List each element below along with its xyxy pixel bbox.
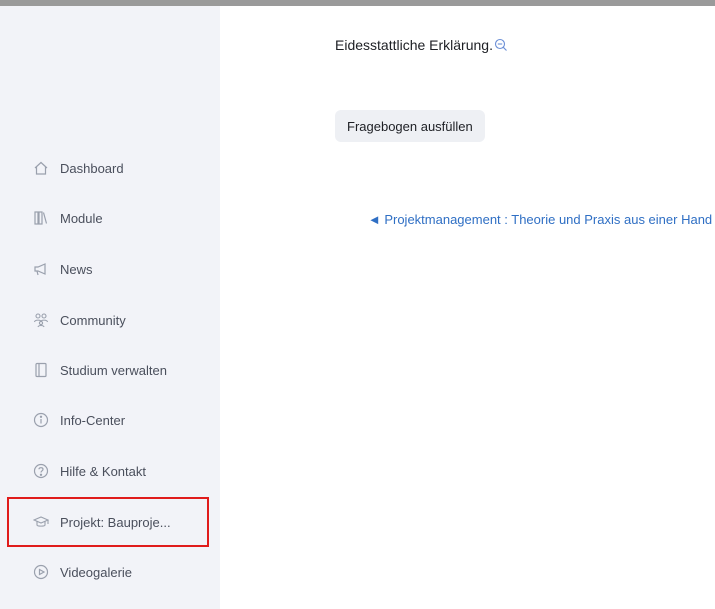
- library-icon: [32, 209, 50, 227]
- sidebar-item-community[interactable]: Community: [32, 310, 126, 330]
- sidebar-item-info-center[interactable]: Info-Center: [32, 410, 125, 430]
- sidebar-item-label: Hilfe & Kontakt: [60, 463, 146, 479]
- fragebogen-ausfuellen-button[interactable]: Fragebogen ausfüllen: [335, 110, 485, 142]
- sidebar-item-label: Module: [60, 210, 103, 226]
- info-icon: [32, 411, 50, 429]
- home-icon: [32, 159, 50, 177]
- highlight-box: [7, 497, 209, 547]
- book-icon: [32, 361, 50, 379]
- help-icon: [32, 462, 50, 480]
- page-title: Eidesstattliche Erklärung.: [335, 37, 508, 53]
- people-icon: [32, 311, 50, 329]
- sidebar-item-module[interactable]: Module: [32, 208, 103, 228]
- sidebar-item-label: Community: [60, 312, 126, 328]
- sidebar-item-news[interactable]: News: [32, 259, 93, 279]
- sidebar-item-hilfe-kontakt[interactable]: Hilfe & Kontakt: [32, 461, 146, 481]
- sidebar-item-label: Dashboard: [60, 160, 124, 176]
- play-icon: [32, 563, 50, 581]
- sidebar-item-label: News: [60, 261, 93, 277]
- sidebar-item-dashboard[interactable]: Dashboard: [32, 158, 124, 178]
- zoom-out-icon[interactable]: [494, 38, 508, 52]
- sidebar-item-label: Info-Center: [60, 412, 126, 428]
- sidebar-item-videogalerie[interactable]: Videogalerie: [32, 562, 132, 582]
- sidebar-item-studium-verwalten[interactable]: Studium verwalten: [32, 360, 167, 380]
- previous-activity-link[interactable]: ◄ Projektmanagement : Theorie und Praxis…: [360, 210, 715, 229]
- page-title-text: Eidesstattliche Erklärung.: [335, 37, 493, 53]
- sidebar-item-label: Studium verwalten: [60, 362, 167, 378]
- sidebar-item-label: Videogalerie: [60, 564, 133, 580]
- megaphone-icon: [32, 260, 50, 278]
